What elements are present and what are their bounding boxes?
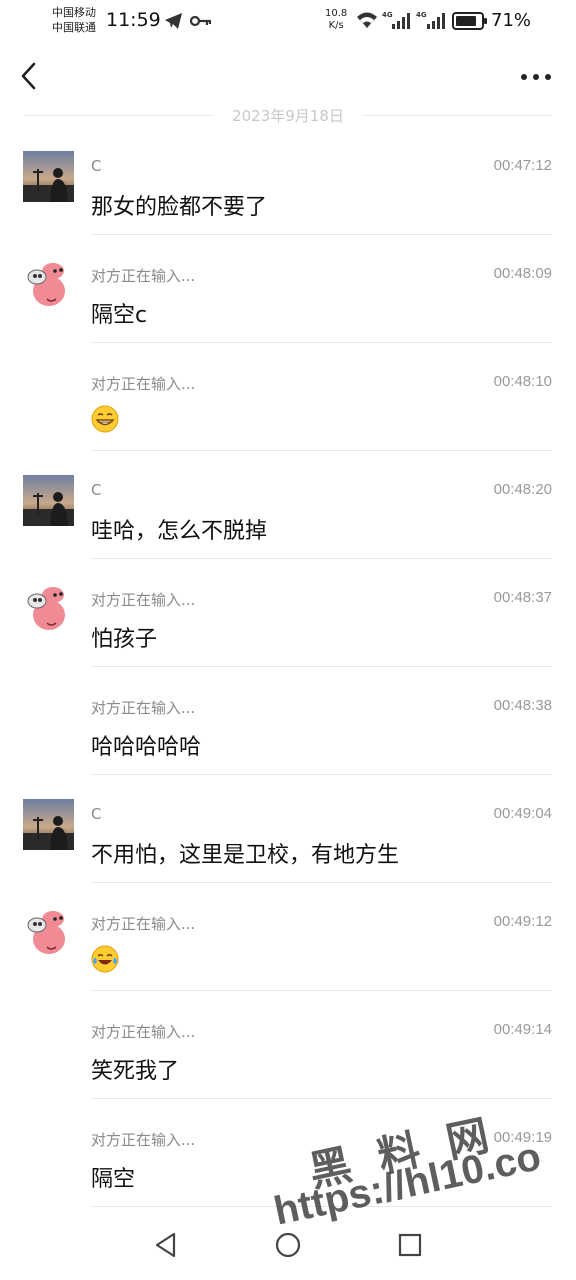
carrier-1: 中国移动	[52, 6, 96, 19]
message-item[interactable]: C 00:49:04 不用怕，这里是卫校，有地方生	[0, 775, 576, 883]
message-time: 00:48:10	[493, 373, 552, 390]
message-text: 哇哈，怎么不脱掉	[91, 519, 268, 544]
message-item[interactable]: 对方正在输入... 00:49:12	[0, 883, 576, 991]
message-sender: C	[91, 157, 102, 175]
message-item[interactable]: 对方正在输入... 00:48:09 隔空c	[0, 235, 576, 343]
more-dots-icon[interactable]	[516, 62, 556, 92]
message-item[interactable]: 对方正在输入... 00:49:14 笑死我了	[0, 991, 576, 1099]
message-separator	[91, 1206, 552, 1207]
message-sender: 对方正在输入...	[91, 699, 196, 717]
message-sender: 对方正在输入...	[91, 267, 196, 285]
carrier-2: 中国联通	[52, 21, 96, 34]
user-pink-avatar-image	[23, 907, 74, 958]
user-pink-avatar-image	[23, 583, 74, 634]
message-item[interactable]: C 00:48:20 哇哈，怎么不脱掉	[0, 451, 576, 559]
message-time: 00:49:14	[493, 1021, 552, 1038]
user-pink-avatar-image	[23, 259, 74, 310]
message-sender: C	[91, 805, 102, 823]
message-sender: 对方正在输入...	[91, 1023, 196, 1041]
message-time: 00:48:09	[493, 265, 552, 282]
message-time: 00:48:20	[493, 481, 552, 498]
message-item[interactable]: 对方正在输入... 00:49:19 隔空	[0, 1099, 576, 1207]
top-nav-bar	[0, 44, 576, 110]
carrier-labels: 中国移动 中国联通	[52, 5, 96, 35]
message-item[interactable]: C 00:47:12 那女的脸都不要了	[0, 127, 576, 235]
avatar[interactable]	[23, 259, 74, 310]
square-recents-icon[interactable]	[394, 1229, 426, 1261]
date-divider: 2023年9月18日	[0, 105, 576, 125]
user-c-avatar-image	[23, 475, 74, 526]
battery-percent: 71%	[491, 10, 532, 31]
message-text: 哈哈哈哈哈	[91, 735, 202, 760]
wifi-icon	[357, 12, 377, 28]
divider-line-right	[362, 115, 552, 116]
message-text: 隔空	[91, 1167, 136, 1192]
user-c-avatar-image	[23, 799, 74, 850]
svg-text:4G: 4G	[416, 11, 427, 19]
message-item[interactable]: 对方正在输入... 00:48:10	[0, 343, 576, 451]
message-time: 00:49:04	[493, 805, 552, 822]
status-time: 11:59	[106, 9, 161, 31]
net-speed: 10.8 K/s	[325, 8, 347, 32]
message-sender: 对方正在输入...	[91, 1131, 196, 1149]
message-time: 00:47:12	[493, 157, 552, 174]
key-icon	[190, 15, 212, 27]
telegram-icon	[165, 13, 182, 29]
user-c-avatar-image	[23, 151, 74, 202]
signal-4g-icon: 4G	[382, 11, 410, 29]
message-text: 隔空c	[91, 303, 148, 328]
signal-4g-icon: 4G	[416, 11, 445, 29]
message-text: 怕孩子	[91, 627, 158, 652]
message-text: 那女的脸都不要了	[91, 195, 268, 220]
message-item[interactable]: 对方正在输入... 00:48:38 哈哈哈哈哈	[0, 667, 576, 775]
message-time: 00:48:37	[493, 589, 552, 606]
net-speed-value: 10.8	[325, 8, 348, 19]
message-time: 00:48:38	[493, 697, 552, 714]
circle-home-icon[interactable]	[272, 1229, 304, 1261]
avatar[interactable]	[23, 475, 74, 526]
net-speed-unit: K/s	[328, 20, 344, 31]
battery-icon	[452, 12, 487, 30]
tears-of-joy-emoji-icon	[91, 945, 119, 973]
svg-text:4G: 4G	[382, 11, 393, 19]
message-time: 00:49:12	[493, 913, 552, 930]
message-sender: 对方正在输入...	[91, 915, 196, 933]
avatar[interactable]	[23, 799, 74, 850]
grin-emoji-icon	[91, 405, 119, 433]
avatar[interactable]	[23, 151, 74, 202]
avatar[interactable]	[23, 583, 74, 634]
status-bar: 中国移动 中国联通 11:59 10.8 K/s 4G 4G 71%	[0, 0, 576, 44]
message-item[interactable]: 对方正在输入... 00:48:37 怕孩子	[0, 559, 576, 667]
message-sender: 对方正在输入...	[91, 375, 196, 393]
triangle-back-icon[interactable]	[150, 1229, 182, 1261]
message-sender: 对方正在输入...	[91, 591, 196, 609]
system-nav-bar	[0, 1215, 576, 1280]
message-text	[91, 405, 119, 433]
avatar[interactable]	[23, 907, 74, 958]
message-sender: C	[91, 481, 102, 499]
message-text: 不用怕，这里是卫校，有地方生	[91, 843, 400, 868]
message-text	[91, 945, 119, 973]
message-time: 00:49:19	[493, 1129, 552, 1146]
message-text: 笑死我了	[91, 1059, 180, 1084]
chevron-left-icon[interactable]	[14, 58, 46, 94]
